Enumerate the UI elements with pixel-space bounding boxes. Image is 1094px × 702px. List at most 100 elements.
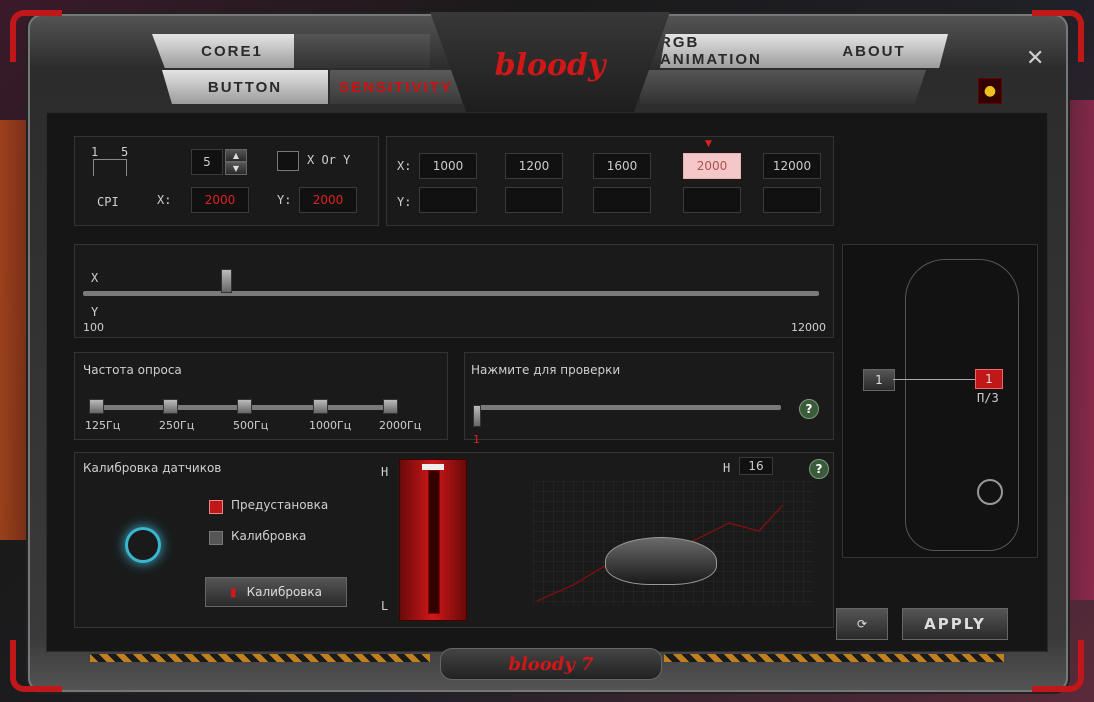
brand-logo-area: bloody	[430, 12, 670, 118]
preset-x-field[interactable]: 1600	[593, 153, 651, 179]
level-gear-icon	[93, 159, 127, 176]
polling-option-knob[interactable]	[237, 399, 252, 414]
tab-about-label: About	[842, 42, 906, 60]
preset-x-value: 1600	[606, 159, 638, 173]
presets-x-label: X:	[397, 159, 412, 173]
lod-value-field[interactable]: 16	[739, 457, 773, 475]
tab-rgb-label: RGB Animation	[660, 34, 762, 68]
cpi-label: CPI	[97, 195, 119, 209]
help-icon[interactable]: ?	[799, 399, 819, 419]
cpi-x-value: 2000	[204, 193, 236, 207]
level-up-button[interactable]: ▲	[225, 149, 247, 162]
slider-max-label: 12000	[791, 321, 826, 334]
tab-rgb-animation[interactable]: RGB Animation	[660, 34, 800, 68]
close-button[interactable]: ✕	[1026, 46, 1044, 71]
cpi-y-label: Y:	[277, 193, 292, 207]
mouse-button-right-label[interactable]: 1	[975, 369, 1003, 389]
hazard-stripe	[90, 654, 430, 662]
level-min-label: 1	[91, 145, 99, 159]
tab-sensitivity-label: Sensitivity	[339, 78, 453, 96]
preset-x-value: 1200	[518, 159, 550, 173]
sensitivity-slider-handle[interactable]	[221, 269, 232, 293]
preset-x-value: 12000	[772, 159, 812, 173]
tab-spacer	[294, 34, 430, 68]
tab-button[interactable]: Button	[162, 70, 328, 104]
dpi-level-panel: 1 5 5 ▲ ▼ X Or Y CPI X: 2000 Y: 2000	[74, 136, 379, 226]
preset-x-field[interactable]: 1000	[419, 153, 477, 179]
polling-option-knob[interactable]	[383, 399, 398, 414]
mouse-button-right-value: 1	[985, 372, 993, 386]
level-down-button[interactable]: ▼	[225, 162, 247, 175]
preset-y-field[interactable]	[419, 187, 477, 213]
preset-x-field[interactable]: 2000	[683, 153, 741, 179]
preset-radio-label: Предустановка	[231, 498, 329, 512]
slider-min-label: 100	[83, 321, 104, 334]
polling-option-label: 1000Гц	[309, 419, 352, 432]
polling-rate-panel: Частота опроса 125Гц 250Гц 500Гц 1000Гц 2000…	[74, 352, 448, 440]
preset-y-field[interactable]	[763, 187, 821, 213]
polling-option-label: 500Гц	[233, 419, 269, 432]
preset-radio[interactable]	[209, 500, 223, 514]
preset-y-field[interactable]	[593, 187, 651, 213]
level-value: 5	[203, 155, 211, 169]
click-test-panel: Нажмите для проверки 1 ?	[464, 352, 834, 446]
calibrate-radio-label: Калибровка	[231, 529, 307, 543]
sensitivity-slider-panel: X Y 100 12000	[74, 244, 834, 338]
mouse-button-left-value: 1	[875, 373, 883, 387]
level-bar-track	[428, 470, 440, 614]
mouse-button-left-label[interactable]: 1	[863, 369, 895, 391]
tab-core[interactable]: Core1	[152, 34, 312, 68]
level-spinner-value[interactable]: 5	[191, 149, 223, 175]
tab-button-label: Button	[207, 78, 283, 96]
footer-badge: bloody 7	[440, 648, 662, 680]
tab-sensitivity[interactable]: Sensitivity	[330, 70, 462, 104]
calibrate-button[interactable]: ▮ Калибровка	[205, 577, 347, 607]
mouse-buttons-panel: 1 1 П/3	[842, 244, 1038, 558]
brand-logo: bloody	[494, 47, 606, 83]
polling-option-knob[interactable]	[313, 399, 328, 414]
click-test-handle[interactable]	[473, 405, 481, 427]
lift-off-level-bar[interactable]	[399, 459, 467, 621]
polling-option-knob[interactable]	[163, 399, 178, 414]
reset-button[interactable]: ⟳	[836, 608, 888, 640]
click-test-value: 1	[473, 433, 480, 446]
preset-y-field[interactable]	[505, 187, 563, 213]
calibration-title: Калибровка датчиков	[83, 461, 222, 475]
level-h-label: H	[381, 465, 389, 479]
preset-x-field[interactable]: 1200	[505, 153, 563, 179]
calibrate-button-label: Калибровка	[246, 585, 322, 599]
click-test-track[interactable]	[475, 405, 781, 410]
footer-logo: bloody 7	[508, 653, 594, 675]
apply-button[interactable]: APPLY	[902, 608, 1008, 640]
tab-spacer	[640, 70, 926, 104]
tab-core-label: Core1	[201, 42, 263, 60]
preset-x-field[interactable]: 12000	[763, 153, 821, 179]
help-icon[interactable]: ?	[809, 459, 829, 479]
slider-y-label: Y	[91, 305, 99, 319]
polling-option-label: 2000Гц	[379, 419, 422, 432]
sensitivity-track[interactable]	[83, 291, 819, 296]
apply-button-label: APPLY	[924, 615, 986, 633]
polling-title: Частота опроса	[83, 363, 182, 377]
cpi-x-field[interactable]: 2000	[191, 187, 249, 213]
xory-label: X Or Y	[307, 153, 351, 167]
calibrate-radio[interactable]	[209, 531, 223, 545]
level-bar-handle[interactable]	[422, 464, 444, 470]
mouse-image	[605, 537, 717, 585]
presets-y-label: Y:	[397, 195, 412, 209]
mouse-outline	[905, 259, 1019, 551]
preset-y-field[interactable]	[683, 187, 741, 213]
preset-x-value: 1000	[432, 159, 464, 173]
polling-option-knob[interactable]	[89, 399, 104, 414]
polling-option-label: 125Гц	[85, 419, 121, 432]
callout-line	[893, 379, 977, 380]
cpi-y-field[interactable]: 2000	[299, 187, 357, 213]
selected-marker-icon: ▼	[705, 139, 712, 149]
lightbulb-icon[interactable]: ●	[978, 78, 1002, 104]
calibrate-icon: ▮	[230, 585, 237, 599]
xory-checkbox[interactable]	[277, 151, 299, 171]
lod-h-label: H	[723, 461, 731, 475]
cpi-y-value: 2000	[312, 193, 344, 207]
cpi-presets-panel: X: Y: 1000 1200 1600 2000 ▼ 12000	[386, 136, 834, 226]
tab-about[interactable]: About	[800, 34, 948, 68]
